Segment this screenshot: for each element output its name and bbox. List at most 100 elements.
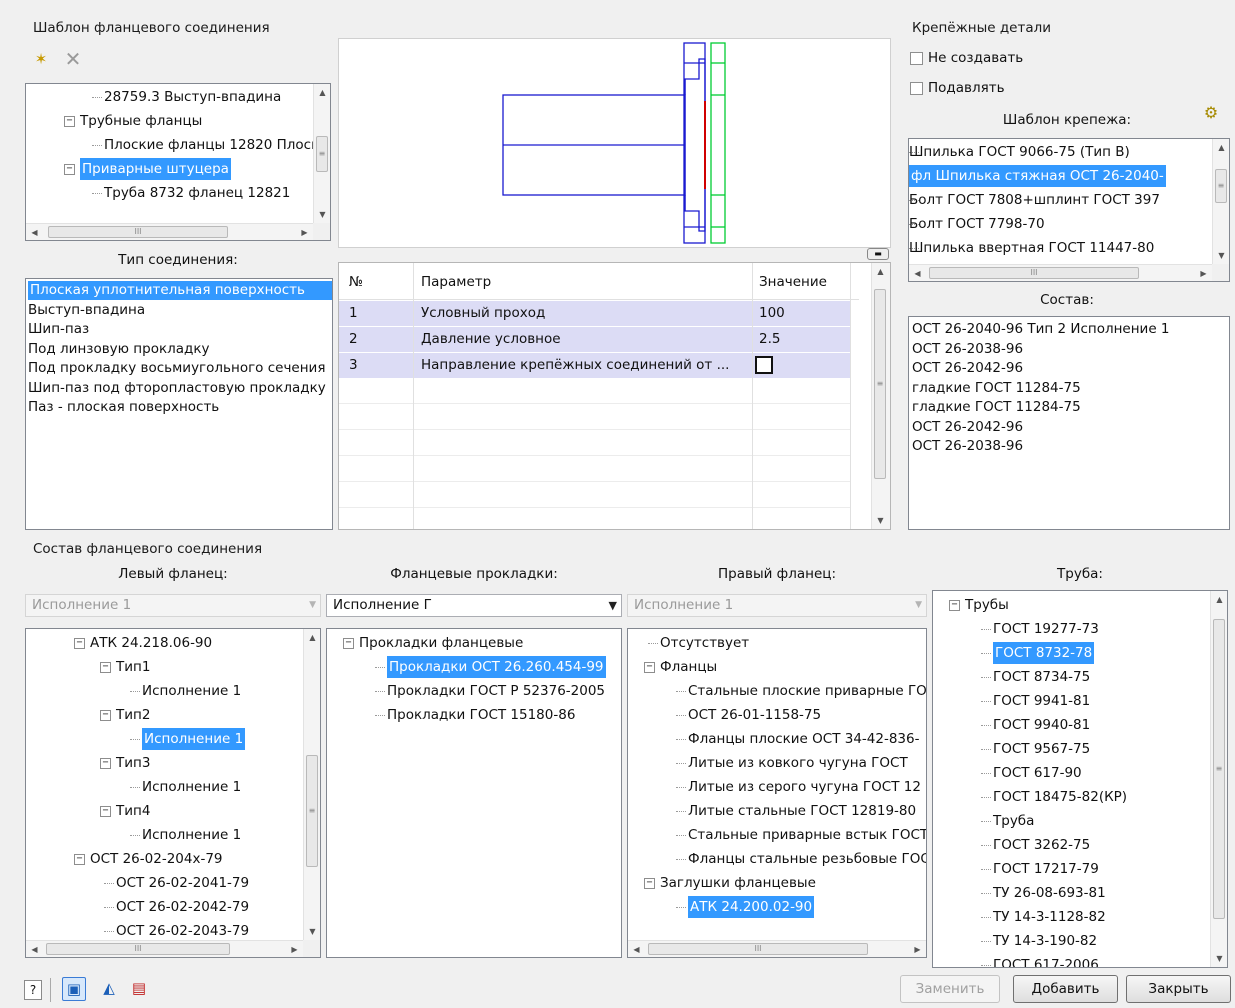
tree-item[interactable]: ГОСТ 9567-75 — [993, 738, 1090, 760]
scroll-right-arrow[interactable]: ▶ — [296, 224, 313, 240]
tree-toggle-icon[interactable]: − — [64, 116, 75, 127]
header-value[interactable]: Значение — [759, 270, 827, 295]
scroll-up-arrow[interactable]: ▲ — [314, 84, 330, 101]
tree-item[interactable]: Литые из серого чугуна ГОСТ 12 — [688, 776, 921, 798]
template-tree[interactable]: 28759.3 Выступ-впадина − Трубные фланцы Пло… — [25, 83, 331, 241]
help-icon[interactable]: ? — [24, 980, 42, 1000]
tree-item[interactable]: ОСТ 26-02-2042-79 — [116, 896, 249, 918]
add-button[interactable]: Добавить — [1013, 975, 1118, 1003]
tree-item[interactable]: ГОСТ 18475-82(КР) — [993, 786, 1127, 808]
tree-item[interactable]: ГОСТ 617-90 — [993, 762, 1082, 784]
catalog-icon[interactable]: ▤ — [128, 977, 150, 999]
scroll-thumb[interactable]: ≡ — [874, 289, 886, 479]
scroll-right-arrow[interactable]: ▶ — [286, 941, 303, 957]
tree-item[interactable]: Литые стальные ГОСТ 12819-80 — [688, 800, 916, 822]
param-value[interactable]: 100 — [759, 301, 785, 326]
tree-toggle-icon[interactable]: − — [100, 710, 111, 721]
connection-type-item[interactable]: Плоская уплотнительная поверхность — [28, 281, 332, 300]
left-flange-tree[interactable]: − АТК 24.218.06-90− Тип1 Исполнение 1− Тип2 И… — [25, 628, 321, 958]
tree-item[interactable]: Литые из ковкого чугуна ГОСТ — [688, 752, 908, 774]
scroll-thumb-h[interactable]: III — [46, 943, 230, 955]
scroll-right-arrow[interactable]: ▶ — [909, 941, 926, 957]
scroll-thumb[interactable]: ≡ — [1213, 619, 1225, 919]
close-button[interactable]: Закрыть — [1126, 975, 1231, 1003]
scroll-left-arrow[interactable]: ◀ — [628, 941, 645, 957]
right-flange-tree[interactable]: Отсутствует − Фланцы Стальные плоские прива… — [627, 628, 927, 958]
connection-type-item[interactable]: Паз - плоская поверхность — [28, 398, 219, 417]
scroll-thumb-h[interactable]: III — [648, 943, 868, 955]
tree-item[interactable]: ОСТ 26-01-1158-75 — [688, 704, 821, 726]
tree-item[interactable]: Фланцы стальные резьбовые ГОСТ — [688, 848, 926, 870]
scroll-thumb[interactable]: ≡ — [1215, 169, 1227, 203]
tree-item[interactable]: АТК 24.200.02-90 — [688, 896, 815, 918]
pipe-vscroll[interactable]: ▲ ≡ ▼ — [1210, 591, 1227, 967]
scroll-down-arrow[interactable]: ▼ — [1211, 950, 1227, 967]
scroll-up-arrow[interactable]: ▲ — [872, 263, 889, 280]
param-value[interactable]: 2.5 — [759, 327, 780, 352]
tree-item[interactable]: АТК 24.218.06-90 — [90, 632, 212, 654]
gaskets-combo[interactable]: Исполнение Г ▼ — [326, 594, 622, 617]
fastener-hscroll[interactable]: ◀ III ▶ — [909, 264, 1212, 281]
connection-type-list[interactable]: Плоская уплотнительная поверхность Выступ… — [25, 278, 333, 530]
tree-item[interactable]: ГОСТ 9940-81 — [993, 714, 1090, 736]
template-tree-hscroll[interactable]: ◀ III ▶ — [26, 223, 313, 240]
tree-item[interactable]: Шпилька ГОСТ 9066-75 (Тип В) — [909, 141, 1130, 163]
draw-icon[interactable]: ◭ — [98, 977, 120, 999]
tree-toggle-icon[interactable]: − — [74, 854, 85, 865]
delete-template-icon[interactable]: ✕ — [62, 48, 84, 70]
tree-item[interactable]: Болт ГОСТ 7808+шплинт ГОСТ 397 — [909, 189, 1160, 211]
tree-item[interactable]: ТУ 14-3-1128-82 — [993, 906, 1106, 928]
tree-item[interactable]: Прокладки фланцевые — [359, 632, 523, 654]
new-template-icon[interactable]: ✶ — [30, 48, 52, 70]
tree-toggle-icon[interactable]: − — [100, 662, 111, 673]
connection-type-item[interactable]: Шип-паз — [28, 320, 89, 339]
tree-item[interactable]: Трубы — [965, 594, 1009, 616]
scroll-left-arrow[interactable]: ◀ — [909, 265, 926, 281]
tree-item[interactable]: Исполнение 1 — [142, 776, 241, 798]
tree-item[interactable]: Стальные плоские приварные ГОСТ — [688, 680, 926, 702]
tree-item[interactable]: 28759.3 Выступ-впадина — [104, 86, 281, 108]
tree-toggle-icon[interactable]: − — [644, 878, 655, 889]
tree-toggle-icon[interactable]: − — [644, 662, 655, 673]
scroll-thumb[interactable]: ≡ — [306, 755, 318, 867]
tree-item[interactable]: Шпилька ввертная ГОСТ 11447-80 — [909, 237, 1154, 259]
tree-item[interactable]: фл Шпилька стяжная ОСТ 26-2040- — [909, 165, 1166, 187]
tree-item[interactable]: ГОСТ 9941-81 — [993, 690, 1090, 712]
gaskets-tree[interactable]: − Прокладки фланцевые Прокладки ОСТ 26.260… — [326, 628, 622, 958]
collapse-preview-icon[interactable]: ▬ — [867, 248, 889, 260]
scroll-left-arrow[interactable]: ◀ — [26, 224, 43, 240]
tree-item[interactable]: ТУ 14-3-190-82 — [993, 930, 1097, 952]
fastener-vscroll[interactable]: ▲ ≡ ▼ — [1212, 139, 1229, 264]
tree-item[interactable]: Плоские фланцы 12820 Плоск — [104, 134, 313, 156]
header-num[interactable]: № — [349, 270, 363, 295]
scroll-thumb[interactable]: ≡ — [316, 136, 328, 172]
scroll-down-arrow[interactable]: ▼ — [1213, 247, 1229, 264]
scroll-down-arrow[interactable]: ▼ — [872, 512, 889, 529]
scroll-up-arrow[interactable]: ▲ — [1211, 591, 1227, 608]
fastener-template-tree[interactable]: Шпилька ГОСТ 9066-75 (Тип В) фл Шпилька с… — [908, 138, 1230, 282]
tree-item[interactable]: ГОСТ 17217-79 — [993, 858, 1099, 880]
tree-item[interactable]: Труба — [993, 810, 1034, 832]
tree-item[interactable]: Болт ГОСТ 7798-70 — [909, 213, 1045, 235]
tree-item[interactable]: Приварные штуцера — [80, 158, 231, 180]
scroll-up-arrow[interactable]: ▲ — [304, 629, 320, 646]
connection-type-item[interactable]: Под линзовую прокладку — [28, 340, 210, 359]
tree-item[interactable]: ОСТ 26-02-2041-79 — [116, 872, 249, 894]
scroll-left-arrow[interactable]: ◀ — [26, 941, 43, 957]
tree-item[interactable]: Тип3 — [116, 752, 150, 774]
tree-item[interactable]: ГОСТ 8734-75 — [993, 666, 1090, 688]
template-tree-vscroll[interactable]: ▲ ≡ ▼ — [313, 84, 330, 223]
tree-item[interactable]: Отсутствует — [660, 632, 749, 654]
tree-item[interactable]: Прокладки ОСТ 26.260.454-99 — [387, 656, 606, 678]
tree-item[interactable]: Прокладки ГОСТ Р 52376-2005 — [387, 680, 605, 702]
header-param[interactable]: Параметр — [421, 270, 491, 295]
scroll-right-arrow[interactable]: ▶ — [1195, 265, 1212, 281]
tree-item[interactable]: Исполнение 1 — [142, 728, 246, 750]
suppress-checkbox[interactable] — [910, 82, 923, 95]
chevron-down-icon[interactable]: ▼ — [609, 595, 617, 616]
connection-type-item[interactable]: Шип-паз под фторопластовую прокладку — [28, 379, 326, 398]
connection-type-item[interactable]: Выступ-впадина — [28, 301, 145, 320]
tree-item[interactable]: ГОСТ 8732-78 — [993, 642, 1095, 664]
tree-item[interactable]: Исполнение 1 — [142, 680, 241, 702]
tree-item[interactable]: Трубные фланцы — [80, 110, 202, 132]
